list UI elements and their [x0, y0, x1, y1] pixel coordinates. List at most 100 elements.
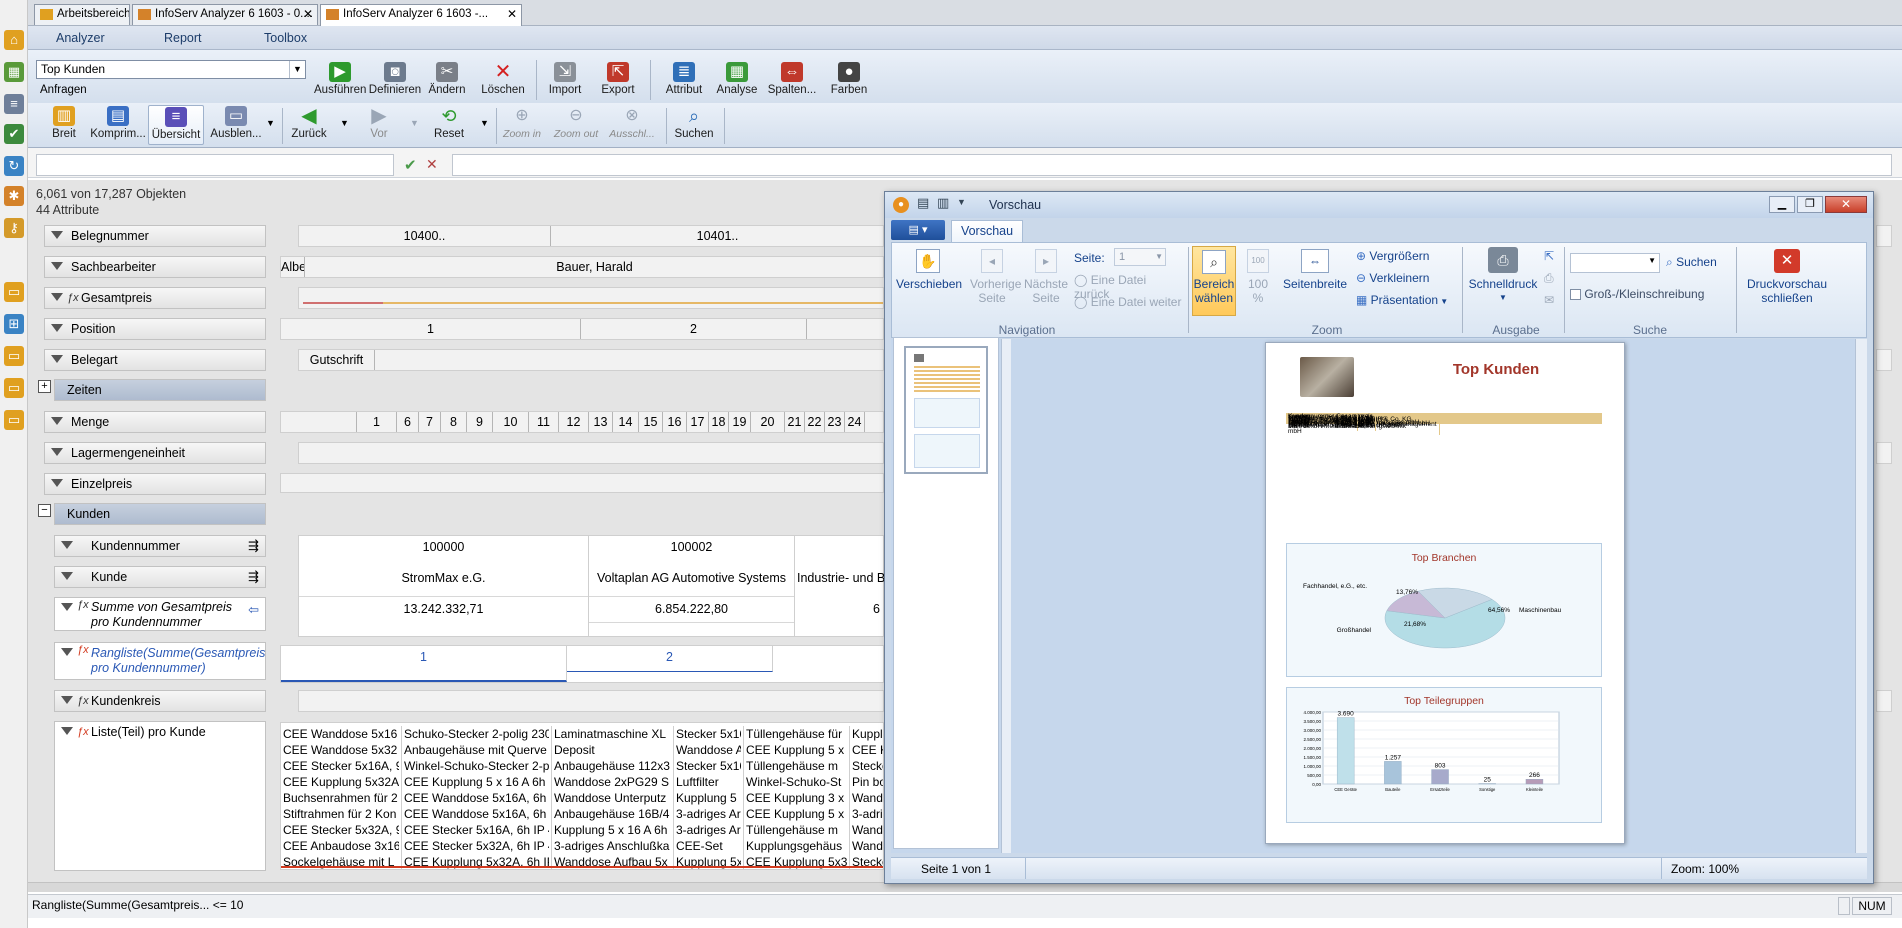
- collapse-icon[interactable]: −: [38, 504, 51, 517]
- liste-column[interactable]: Laminatmaschine XL Deposit Anbaugehäuse 11…: [551, 726, 671, 869]
- attr-position[interactable]: Position: [44, 318, 266, 340]
- menu-toolbox[interactable]: Toolbox: [264, 31, 307, 45]
- value-cell[interactable]: 14: [613, 412, 639, 432]
- value-cell[interactable]: 1: [281, 319, 581, 339]
- value-cell[interactable]: 21: [785, 412, 805, 432]
- value-cell[interactable]: 8: [441, 412, 467, 432]
- colors-button[interactable]: ● Farben: [826, 62, 872, 96]
- forward-button[interactable]: ▶ Vor: [358, 106, 400, 140]
- attr-menge[interactable]: Menge: [44, 411, 266, 433]
- previous-page-button[interactable]: ◂ Vorherige Seite: [964, 249, 1021, 305]
- cancel-icon[interactable]: ✕: [426, 156, 438, 173]
- tab-vorschau[interactable]: Vorschau: [951, 220, 1023, 243]
- value-cell[interactable]: Albe: [281, 257, 305, 277]
- value-cell[interactable]: 6: [397, 412, 419, 432]
- wide-button[interactable]: ▥ Breit: [44, 106, 84, 140]
- zoom-in-button[interactable]: ⊕ Vergrößern: [1356, 249, 1446, 263]
- tab-analyzer-2[interactable]: InfoServ Analyzer 6 1603 -... ✕: [320, 4, 522, 26]
- check-icon[interactable]: ✔: [4, 124, 24, 144]
- link-back-icon[interactable]: ⇦: [248, 602, 259, 617]
- filter-icon[interactable]: [61, 727, 73, 735]
- page-thumbnail[interactable]: [904, 346, 988, 474]
- liste-column[interactable]: Tüllengehäuse für CEE Kupplung 5 x Tülleng…: [743, 726, 847, 869]
- value-cell[interactable]: 24: [845, 412, 865, 432]
- hide-button[interactable]: ▭ Ausblen...: [208, 106, 264, 140]
- kunde-column[interactable]: Industrie- und B 6: [795, 536, 885, 636]
- close-icon[interactable]: ✕: [303, 5, 313, 24]
- kunde-column[interactable]: 100000 StromMax e.G. 13.242.332,71: [299, 536, 589, 636]
- key-icon[interactable]: ⚷: [4, 218, 24, 238]
- folder-star-icon[interactable]: ▭: [4, 378, 24, 398]
- value-cell[interactable]: 9: [467, 412, 493, 432]
- value-cell[interactable]: 20: [751, 412, 785, 432]
- attribute-button[interactable]: ≣ Attribut: [660, 62, 708, 96]
- edit-button[interactable]: ✂ Ändern: [424, 62, 470, 96]
- value-cell[interactable]: 23: [825, 412, 845, 432]
- network-icon[interactable]: ⊞: [4, 314, 24, 334]
- filter-icon[interactable]: [61, 603, 73, 611]
- menu-report[interactable]: Report: [164, 31, 202, 45]
- pan-button[interactable]: ✋ Verschieben: [896, 249, 962, 291]
- value-cell[interactable]: Bauer, Harald: [305, 257, 883, 277]
- chevron-down-icon[interactable]: ▼: [410, 118, 419, 128]
- chevron-down-icon[interactable]: ▼: [1466, 291, 1540, 305]
- reset-button[interactable]: ⟲ Reset: [428, 106, 470, 140]
- value-cell[interactable]: 13: [589, 412, 613, 432]
- liste-column[interactable]: CEE Wanddose 5x16 CEE Wanddose 5x32 CEE St…: [283, 726, 399, 869]
- filter-icon[interactable]: [61, 696, 73, 704]
- save-icon[interactable]: ▤: [917, 195, 929, 211]
- thumbnail-scrollbar[interactable]: [1001, 339, 1011, 853]
- attr-rangliste[interactable]: ƒx Rangliste(Summe(Gesamtpreis pro Kunden…: [54, 642, 266, 680]
- group-kunden[interactable]: Kunden: [54, 503, 266, 525]
- attr-gesamtpreis[interactable]: ƒx Gesamtpreis: [44, 287, 266, 309]
- search-button[interactable]: ⌕ Suchen: [672, 106, 716, 140]
- home-icon[interactable]: ⌂: [4, 30, 24, 50]
- chevron-down-icon[interactable]: ▼: [1155, 249, 1163, 265]
- menu-analyzer[interactable]: Analyzer: [56, 31, 105, 45]
- attr-belegart[interactable]: Belegart: [44, 349, 266, 371]
- file-menu-button[interactable]: ▤ ▾: [891, 220, 945, 240]
- filter-icon[interactable]: [51, 293, 63, 301]
- run-button[interactable]: ▶ Ausführen: [314, 62, 366, 96]
- gear-icon[interactable]: ✱: [4, 186, 24, 206]
- formula-input[interactable]: [452, 154, 1892, 176]
- close-icon[interactable]: ✕: [1825, 196, 1867, 213]
- quick-print-button[interactable]: ⎙ Schnelldruck ▼: [1466, 247, 1540, 305]
- attr-lagermengeneinheit[interactable]: Lagermengeneinheit: [44, 442, 266, 464]
- chevron-down-icon[interactable]: ▼: [1438, 297, 1448, 306]
- folder-plus-icon[interactable]: ▭: [4, 410, 24, 430]
- filter-icon[interactable]: [51, 448, 63, 456]
- link-icon[interactable]: ⇶: [248, 567, 259, 587]
- folder-open-icon[interactable]: ▭: [4, 346, 24, 366]
- presentation-button[interactable]: ▦ Präsentation ▼: [1356, 293, 1454, 309]
- value-cell[interactable]: 2: [581, 319, 807, 339]
- search-input[interactable]: ▼: [1570, 253, 1660, 273]
- value-cell[interactable]: 11: [529, 412, 559, 432]
- value-cell[interactable]: 22: [805, 412, 825, 432]
- attr-liste[interactable]: ƒx Liste(Teil) pro Kunde: [54, 721, 266, 871]
- filter-icon[interactable]: [61, 572, 73, 580]
- analyse-button[interactable]: ▦ Analyse: [714, 62, 760, 96]
- chevron-down-icon[interactable]: ▼: [1648, 256, 1656, 265]
- kunde-column[interactable]: 100002 Voltaplan AG Automotive Systems 6…: [589, 536, 795, 636]
- compress-button[interactable]: ▤ Komprim...: [90, 106, 146, 140]
- columns-button[interactable]: ⇔ Spalten...: [764, 62, 820, 96]
- value-cell[interactable]: 12: [559, 412, 589, 432]
- overview-button[interactable]: ≡ Übersicht: [148, 105, 204, 145]
- preview-scrollbar[interactable]: [1855, 339, 1867, 853]
- zoom-in-button[interactable]: ⊕ Zoom in: [500, 106, 544, 140]
- filter-icon[interactable]: [51, 324, 63, 332]
- search-button[interactable]: ⌕ Suchen: [1666, 255, 1726, 269]
- filter-icon[interactable]: [51, 355, 63, 363]
- rank-cell[interactable]: 1: [281, 646, 567, 682]
- attr-sachbearbeiter[interactable]: Sachbearbeiter: [44, 256, 266, 278]
- attr-summe[interactable]: ƒx Summe von Gesamtpreis pro Kundennummer…: [54, 597, 266, 631]
- chevron-down-icon[interactable]: ▼: [957, 197, 966, 207]
- chevron-down-icon[interactable]: ▼: [480, 118, 489, 128]
- query-select[interactable]: Top Kunden ▼: [36, 60, 306, 79]
- delete-button[interactable]: ✕ Löschen: [478, 62, 528, 96]
- zoom-100-button[interactable]: 100 100 %: [1240, 249, 1276, 305]
- attr-kunde[interactable]: Kunde ⇶: [54, 566, 266, 588]
- app-icon[interactable]: ●: [893, 197, 909, 213]
- folder-icon[interactable]: ▭: [4, 282, 24, 302]
